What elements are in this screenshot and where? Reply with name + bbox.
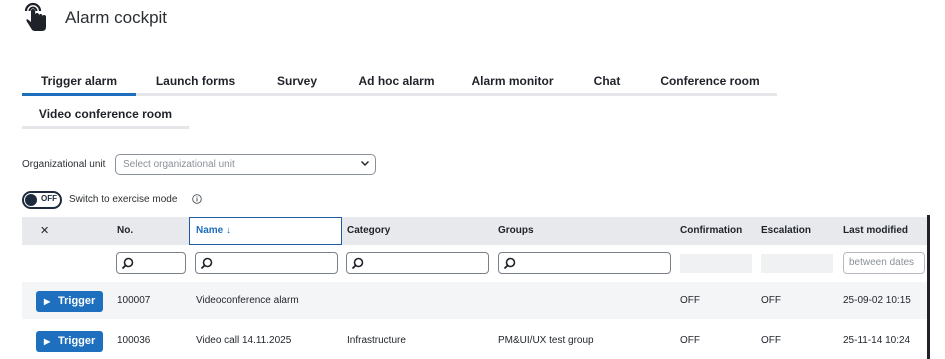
trigger-label: Trigger: [58, 295, 96, 307]
table-scrollbar[interactable]: [927, 215, 930, 359]
column-header-name-label: Name ↓: [196, 225, 231, 236]
column-header-confirmation[interactable]: Confirmation: [680, 217, 742, 245]
cell-groups: PM&UI/UX test group: [498, 335, 594, 346]
search-icon: [121, 257, 134, 270]
play-icon: ▶: [44, 337, 51, 346]
play-icon: ▶: [44, 297, 51, 306]
filter-groups-input[interactable]: [498, 252, 671, 274]
tab-chat[interactable]: Chat: [571, 66, 643, 93]
filter-category-input[interactable]: [346, 252, 489, 274]
search-icon: [351, 257, 364, 270]
exercise-mode-label: Switch to exercise mode: [69, 194, 178, 205]
cell-confirmation: OFF: [680, 335, 700, 346]
cell-escalation: OFF: [761, 335, 781, 346]
filter-confirmation[interactable]: [680, 254, 752, 273]
filter-last-modified-input[interactable]: between dates: [843, 252, 925, 274]
column-header-escalation[interactable]: Escalation: [761, 217, 811, 245]
tab-trigger-alarm[interactable]: Trigger alarm: [22, 66, 136, 93]
toggle-knob: [25, 194, 37, 206]
tab-video-conference-room[interactable]: Video conference room: [22, 99, 189, 126]
cell-category: Infrastructure: [347, 335, 406, 346]
cell-escalation: OFF: [761, 295, 781, 306]
cell-name: Videoconference alarm: [196, 295, 299, 306]
page-title: Alarm cockpit: [65, 8, 168, 27]
cell-last-modified: 25-09-02 10:15: [843, 295, 911, 306]
tab-survey[interactable]: Survey: [255, 66, 339, 93]
search-icon: [503, 257, 516, 270]
tab-launch-forms[interactable]: Launch forms: [136, 66, 255, 93]
column-header-groups[interactable]: Groups: [498, 217, 534, 245]
tab-alarm-monitor[interactable]: Alarm monitor: [454, 66, 571, 93]
chevron-down-icon: [361, 161, 369, 166]
filter-escalation[interactable]: [761, 254, 833, 273]
column-header-category[interactable]: Category: [347, 217, 390, 245]
column-header-name[interactable]: Name ↓: [189, 217, 342, 245]
tab-conference-room[interactable]: Conference room: [643, 66, 777, 93]
active-tab-indicator: [22, 93, 136, 96]
cell-no: 100007: [117, 295, 151, 306]
trigger-button[interactable]: ▶ Trigger: [36, 291, 103, 312]
column-header-last-modified[interactable]: Last modified: [843, 217, 908, 245]
trigger-button[interactable]: ▶ Trigger: [36, 331, 103, 352]
exercise-mode-toggle[interactable]: OFF: [22, 191, 62, 209]
column-header-no[interactable]: No.: [117, 217, 133, 245]
org-unit-select[interactable]: Select organizational unit: [115, 154, 376, 175]
table-header: ✕ No. Name ↓ Category Groups Confirmatio…: [22, 217, 930, 245]
cell-confirmation: OFF: [680, 295, 700, 306]
tab-bar: Trigger alarm Launch forms Survey Ad hoc…: [22, 66, 777, 96]
trigger-label: Trigger: [58, 335, 96, 347]
table-row: ▶ Trigger 100007 Videoconference alarm O…: [22, 282, 930, 319]
table-row: ▶ Trigger 100036 Video call 14.11.2025 I…: [22, 322, 930, 359]
filter-no-input[interactable]: [116, 252, 186, 274]
tab-ad-hoc-alarm[interactable]: Ad hoc alarm: [339, 66, 454, 93]
clear-filters-button[interactable]: ✕: [40, 217, 49, 245]
app-logo-touch-icon: [22, 2, 50, 32]
sort-descending-icon: ↓: [223, 225, 232, 236]
toggle-state: OFF: [41, 194, 57, 203]
search-icon: [200, 257, 213, 270]
cell-last-modified: 25-11-14 10:24: [843, 335, 911, 346]
filter-name-input[interactable]: [195, 252, 338, 274]
column-header-name-text: Name: [196, 225, 224, 236]
info-icon[interactable]: [192, 194, 202, 204]
org-unit-label: Organizational unit: [22, 159, 106, 170]
cell-no: 100036: [117, 335, 151, 346]
org-unit-placeholder: Select organizational unit: [123, 159, 235, 170]
tab-bar-row-2: Video conference room: [22, 99, 189, 129]
cell-name: Video call 14.11.2025: [196, 335, 292, 346]
